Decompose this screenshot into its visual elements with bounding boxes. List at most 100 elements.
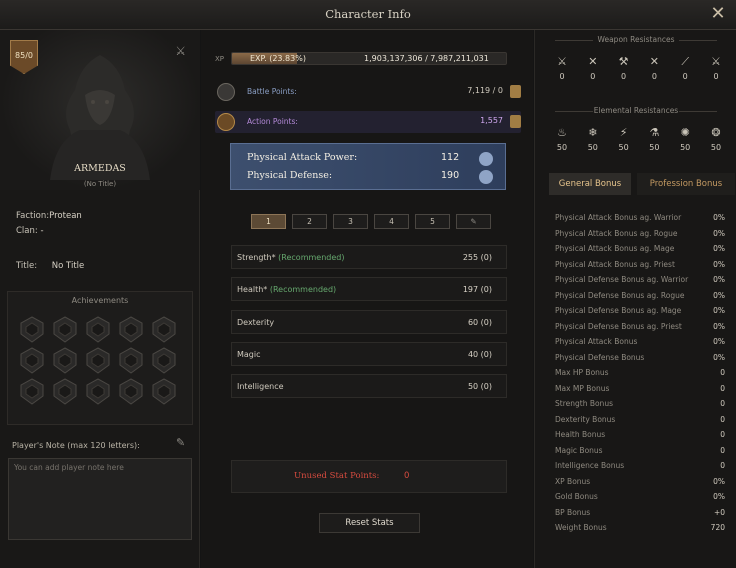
stat-value: 40 (0) bbox=[467, 350, 492, 359]
preset-tab-4[interactable]: 4 bbox=[374, 214, 409, 229]
bonus-value: 0 bbox=[720, 383, 725, 393]
scroll-icon[interactable] bbox=[510, 85, 521, 98]
weapon-res-cell: ✕ 0 bbox=[641, 54, 667, 81]
stat-row-health[interactable]: Health* (Recommended) 197 (0) bbox=[231, 277, 507, 301]
weapon-res-cell: ⚔ 0 bbox=[703, 54, 729, 81]
crossed-swords-icon: ⚔ bbox=[557, 55, 567, 68]
bonus-name: Intelligence Bonus bbox=[555, 461, 625, 470]
achievement-badge-icon[interactable] bbox=[84, 378, 112, 405]
tab-profession-bonus[interactable]: Profession Bonus bbox=[637, 173, 735, 195]
magic-icon: ❂ bbox=[711, 126, 721, 139]
action-points-row: Action Points: 1,557 bbox=[215, 111, 521, 133]
stat-row-strength[interactable]: Strength* (Recommended) 255 (0) bbox=[231, 245, 507, 269]
bonus-row: Max HP Bonus 0 bbox=[555, 368, 725, 384]
achievement-badge-icon[interactable] bbox=[150, 316, 178, 343]
elemental-res-cell: ⚡ 50 bbox=[611, 125, 637, 152]
bonus-name: Physical Attack Bonus ag. Warrior bbox=[555, 213, 682, 222]
preset-tab-5[interactable]: 5 bbox=[415, 214, 450, 229]
achievement-badge-icon[interactable] bbox=[51, 316, 79, 343]
bonus-name: Physical Attack Bonus bbox=[555, 337, 638, 346]
achievement-badge-icon[interactable] bbox=[117, 378, 145, 405]
window-title: Character Info bbox=[325, 7, 411, 21]
attack-power-label: Physical Attack Power: bbox=[247, 152, 358, 163]
title-value: No Title bbox=[51, 261, 85, 271]
stat-value: 50 (0) bbox=[467, 382, 492, 391]
stat-row-magic[interactable]: Magic 40 (0) bbox=[231, 342, 507, 366]
weapon-res-cell: ✕ 0 bbox=[580, 54, 606, 81]
battle-points-row: Battle Points: 7,119 / 0 bbox=[215, 81, 521, 103]
player-note-label: Player's Note (max 120 letters): bbox=[12, 441, 140, 450]
achievement-badge-icon[interactable] bbox=[117, 347, 145, 374]
faction-row: Faction:Protean bbox=[16, 211, 82, 221]
close-icon[interactable]: ✕ bbox=[708, 4, 728, 24]
bonus-row: Physical Defense Bonus ag. Mage 0% bbox=[555, 306, 725, 322]
weapon-resistances-title: Weapon Resistances bbox=[535, 35, 736, 44]
stat-row-dexterity[interactable]: Dexterity 60 (0) bbox=[231, 310, 507, 334]
battle-points-label: Battle Points: bbox=[247, 87, 297, 96]
achievement-badge-icon[interactable] bbox=[84, 347, 112, 374]
xp-label: XP bbox=[215, 55, 225, 63]
level-badge: 85/0 bbox=[10, 40, 38, 74]
scroll-icon[interactable] bbox=[510, 115, 521, 128]
achievement-badge-icon[interactable] bbox=[51, 347, 79, 374]
preset-tab-1[interactable]: 1 bbox=[251, 214, 286, 229]
bonus-name: Physical Defense Bonus ag. Rogue bbox=[555, 290, 685, 300]
stat-row-intelligence[interactable]: Intelligence 50 (0) bbox=[231, 374, 507, 398]
achievement-badge-icon[interactable] bbox=[84, 316, 112, 343]
bonus-value: 0 bbox=[720, 414, 725, 424]
weapon-res-cell: ⚒ 0 bbox=[611, 54, 637, 81]
fire-icon: ♨ bbox=[557, 126, 567, 139]
player-note-input[interactable]: You can add player note here bbox=[8, 458, 192, 540]
skull-icon bbox=[217, 83, 235, 101]
tab-general-bonus[interactable]: General Bonus bbox=[549, 173, 631, 195]
bonus-value: 720 bbox=[710, 523, 725, 532]
xp-bar: EXP. (23.83%) 1,903,137,306 / 7,987,211,… bbox=[231, 52, 507, 65]
unused-points-label: Unused Stat Points: bbox=[294, 471, 380, 481]
bonus-value: 0 bbox=[720, 368, 725, 377]
achievement-badge-icon[interactable] bbox=[150, 347, 178, 374]
faction-label: Faction: bbox=[16, 211, 50, 221]
achievement-badge-icon[interactable] bbox=[18, 378, 46, 405]
weapon-res-cell: ⟋ 0 bbox=[672, 54, 698, 81]
xp-value: 1,903,137,306 / 7,987,211,031 bbox=[364, 54, 489, 63]
bonus-value: 0% bbox=[713, 337, 725, 346]
bonus-value: 0% bbox=[713, 476, 725, 486]
bonus-value: 0 bbox=[720, 430, 725, 439]
bonus-value: 0% bbox=[713, 275, 725, 284]
stat-name: Magic bbox=[237, 350, 261, 359]
shield-icon bbox=[479, 170, 493, 184]
bonus-name: Max HP Bonus bbox=[555, 368, 609, 377]
character-subtitle: (No Title) bbox=[83, 180, 117, 188]
preset-tab-2[interactable]: 2 bbox=[292, 214, 327, 229]
elemental-res-cell: ✺ 50 bbox=[672, 125, 698, 152]
preset-tab-3[interactable]: 3 bbox=[333, 214, 368, 229]
bonus-value: 0 bbox=[720, 461, 725, 470]
bonus-name: Magic Bonus bbox=[555, 445, 603, 455]
bonus-name: Physical Defense Bonus ag. Priest bbox=[555, 321, 682, 331]
elemental-res-cell: ❄ 50 bbox=[580, 125, 606, 152]
quill-icon[interactable]: ✎ bbox=[176, 436, 185, 449]
bonus-row: Physical Defense Bonus 0% bbox=[555, 353, 725, 369]
bonus-row: Physical Defense Bonus ag. Rogue 0% bbox=[555, 291, 725, 307]
action-points-label: Action Points: bbox=[247, 117, 298, 126]
bonus-row: Physical Attack Bonus ag. Warrior 0% bbox=[555, 213, 725, 229]
bonus-list: Physical Attack Bonus ag. Warrior 0% Physi… bbox=[555, 213, 725, 539]
achievement-badge-icon[interactable] bbox=[51, 378, 79, 405]
clan-value: - bbox=[40, 226, 44, 236]
crossed-maces-icon: ✕ bbox=[649, 55, 659, 68]
faction-value: Protean bbox=[49, 211, 82, 221]
achievement-badge-icon[interactable] bbox=[150, 378, 178, 405]
bonus-value: 0% bbox=[713, 321, 725, 331]
crossed-weapons-icon[interactable]: ⚔ bbox=[175, 44, 186, 58]
achievement-badge-icon[interactable] bbox=[18, 316, 46, 343]
resistances-panel: Weapon Resistances ⚔ 0 ✕ 0 ⚒ 0 ✕ 0 ⟋ 0 ⚔ 0 Ele… bbox=[534, 30, 736, 568]
quill-icon[interactable]: ✎ bbox=[456, 214, 491, 229]
elemental-res-cell: ❂ 50 bbox=[703, 125, 729, 152]
reset-stats-button[interactable]: Reset Stats bbox=[319, 513, 420, 533]
achievement-badge-icon[interactable] bbox=[117, 316, 145, 343]
achievements-grid bbox=[18, 316, 184, 405]
achievement-badge-icon[interactable] bbox=[18, 347, 46, 374]
character-name: ARMEDAS bbox=[74, 163, 126, 174]
bonus-row: Gold Bonus 0% bbox=[555, 492, 725, 508]
bonus-row: Intelligence Bonus 0 bbox=[555, 461, 725, 477]
